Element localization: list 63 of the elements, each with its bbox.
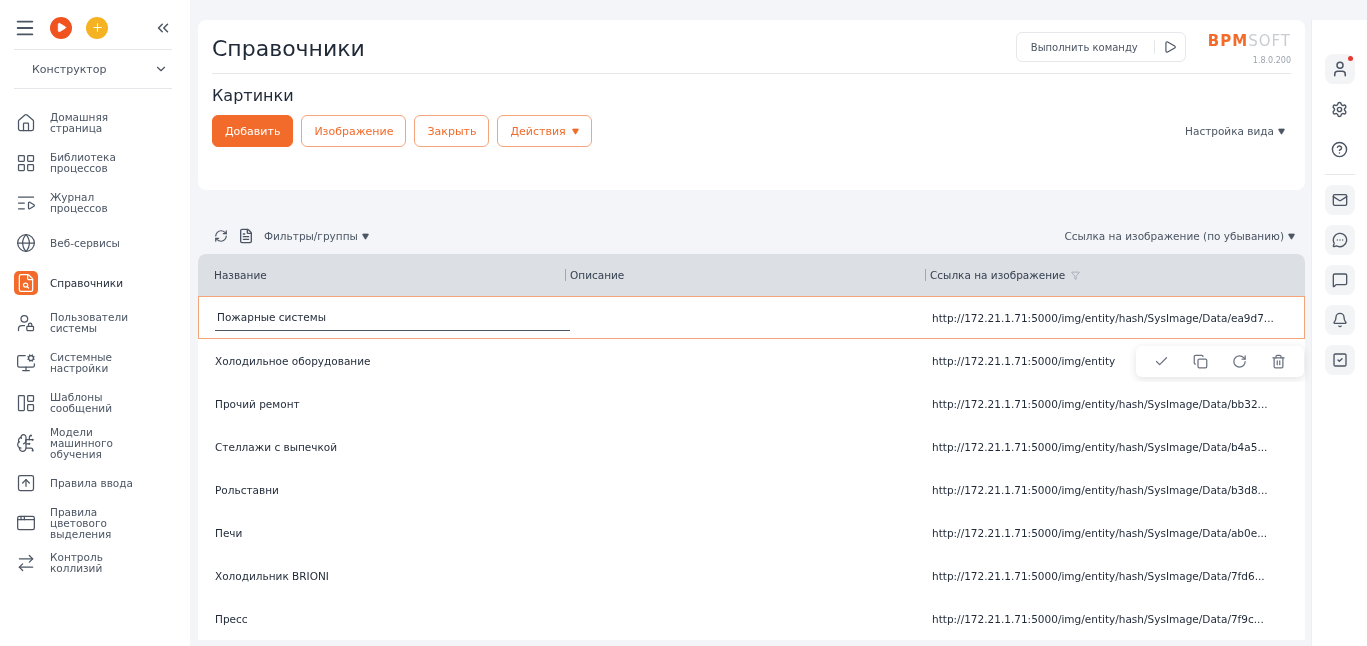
table-cell: Холодильник BRIONI xyxy=(215,569,329,582)
table-row[interactable]: Рольставни http://172.21.1.71:5000/img/entity/hash/SysImage/Data/b3d8... xyxy=(198,468,1305,511)
filters-button[interactable]: Фильтры/группы xyxy=(264,230,369,242)
message-icon[interactable] xyxy=(1324,265,1355,295)
link-cell: http://172.21.1.71:5000/img/entity/hash/SysImage/Data/b3d8... xyxy=(932,483,1268,496)
sidebar-item[interactable]: Правила цветового выделения xyxy=(14,503,172,543)
table-cell: Печи xyxy=(215,526,243,539)
bell-icon[interactable] xyxy=(1324,305,1355,335)
sidebar-item[interactable]: Правила ввода xyxy=(14,463,172,503)
chat-icon[interactable] xyxy=(1324,225,1355,255)
caret-icon xyxy=(1278,127,1285,135)
reload-icon[interactable] xyxy=(1232,354,1247,369)
table-row[interactable]: Прочий ремонт http://172.21.1.71:5000/img/entity/hash/SysImage/Data/bb32... xyxy=(198,382,1305,425)
sidebar-item[interactable]: Модели машинного обучения xyxy=(14,423,172,463)
table-row[interactable]: Стеллажи с выпечкой http://172.21.1.71:5000/img/entity/hash/SysImage/Data/b4a5... xyxy=(198,425,1305,468)
caret-icon xyxy=(571,127,579,135)
trash-icon[interactable] xyxy=(1271,354,1286,369)
version-text: 1.8.0.200 xyxy=(1252,56,1291,65)
link-cell: http://172.21.1.71:5000/img/entity/hash/SysImage/Data/b4a5... xyxy=(932,440,1268,453)
table-cell: Холодильное оборудование xyxy=(215,354,371,367)
view-settings-button[interactable]: Настройка вида xyxy=(1179,124,1291,138)
link-cell: http://172.21.1.71:5000/img/entity/hash/SysImage/Data/ea9d7... xyxy=(932,311,1274,324)
link-cell: http://172.21.1.71:5000/img/entity/hash/SysImage/Data/7fd6... xyxy=(932,569,1265,582)
sidebar-item[interactable]: Веб-сервисы xyxy=(14,223,172,263)
task-icon[interactable] xyxy=(1324,345,1355,375)
link-cell: http://172.21.1.71:5000/img/entity/hash/SysImage/Data/7f9c... xyxy=(932,612,1264,625)
caret-icon xyxy=(1288,232,1295,240)
copy-icon[interactable] xyxy=(1193,354,1208,369)
sidebar-item[interactable]: Пользователи системы xyxy=(14,303,172,343)
column-header[interactable]: Ссылка на изображение xyxy=(930,269,1066,281)
sidebar-item[interactable]: Шаблоны сообщений xyxy=(14,383,172,423)
sidebar-item[interactable]: Домашняя страница xyxy=(14,103,172,143)
sidebar-item[interactable]: Системные настройки xyxy=(14,343,172,383)
table-cell: Рольставни xyxy=(215,483,279,496)
command-field[interactable]: Выполнить команду xyxy=(1015,32,1186,62)
table-row[interactable]: Пожарные системы http://172.21.1.71:5000/img/entity/hash/SysImage/Data/ea9d7... xyxy=(198,296,1305,339)
page-title: Справочники xyxy=(212,36,365,61)
table-row[interactable]: Печи http://172.21.1.71:5000/img/entity/hash/SysImage/Data/ab0e... xyxy=(198,511,1305,554)
sidebar-item[interactable]: Библиотека процессов xyxy=(14,143,172,183)
play-icon[interactable] xyxy=(50,16,72,39)
user-icon[interactable] xyxy=(1324,54,1355,84)
run-icon[interactable] xyxy=(1162,40,1177,54)
sidebar-item[interactable]: Контроль коллизий xyxy=(14,543,172,583)
link-cell: http://172.21.1.71:5000/img/entity/hash/SysImage/Data/bb32... xyxy=(932,397,1268,410)
refresh-icon[interactable] xyxy=(214,229,228,243)
table-cell: Прочий ремонт xyxy=(215,397,300,410)
section-title: Картинки xyxy=(212,86,295,105)
link-cell: http://172.21.1.71:5000/img/entity/hash/SysImage/Data/ab0e... xyxy=(932,526,1268,539)
mail-icon[interactable] xyxy=(1324,185,1355,215)
link-cell: http://172.21.1.71:5000/img/entity xyxy=(932,354,1116,367)
column-header[interactable]: Описание xyxy=(570,269,625,281)
sidebar-item[interactable]: Журнал процессов xyxy=(14,183,172,223)
table-row[interactable]: Холодильное оборудование http://172.21.1.71:5000/img/entity xyxy=(198,339,1305,382)
table-cell: Пресс xyxy=(215,612,248,625)
document-icon[interactable] xyxy=(238,228,254,244)
table-row[interactable]: Пресс http://172.21.1.71:5000/img/entity/hash/SysImage/Data/7f9c... xyxy=(198,597,1305,640)
caret-icon xyxy=(361,232,369,240)
sidebar-item[interactable]: Справочники xyxy=(14,263,172,303)
section-dropdown[interactable]: Конструктор xyxy=(14,50,172,89)
column-header[interactable]: Название xyxy=(214,269,267,281)
table-row[interactable]: Холодильник BRIONI http://172.21.1.71:5000/img/entity/hash/SysImage/Data/7fd6... xyxy=(198,554,1305,597)
sort-button[interactable]: Ссылка на изображение (по убыванию) xyxy=(1064,230,1295,242)
table-cell: Стеллажи с выпечкой xyxy=(215,440,338,453)
